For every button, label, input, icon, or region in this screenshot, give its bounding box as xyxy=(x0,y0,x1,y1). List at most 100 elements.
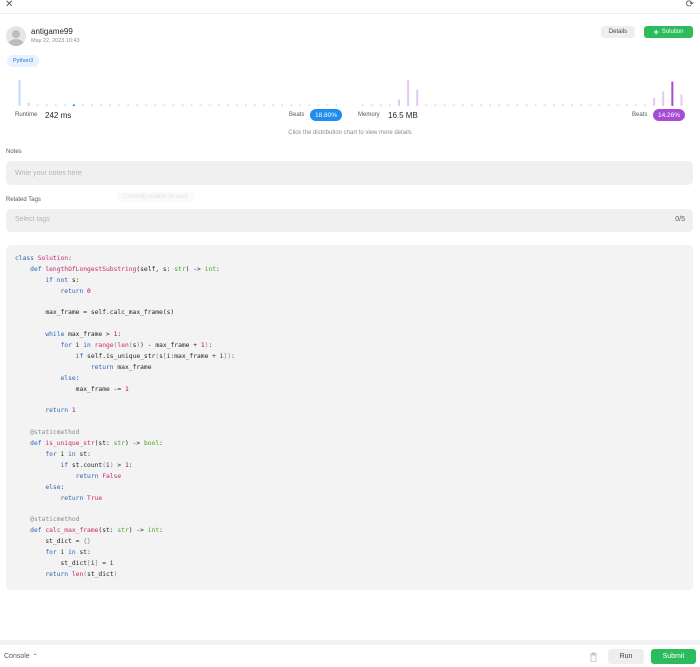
refresh-icon[interactable]: ⟳ xyxy=(686,0,694,10)
console-toggle[interactable]: Console ⌃ xyxy=(4,653,38,660)
memory-bar[interactable] xyxy=(589,104,592,106)
bottom-divider xyxy=(0,640,700,645)
memory-bar[interactable] xyxy=(598,104,601,106)
submit-button[interactable]: Submit xyxy=(651,649,696,664)
runtime-bar[interactable] xyxy=(272,104,275,106)
memory-bar[interactable] xyxy=(443,104,446,106)
memory-bar[interactable] xyxy=(552,104,555,106)
runtime-bar[interactable] xyxy=(45,104,48,106)
memory-bar[interactable] xyxy=(525,104,528,106)
language-tag[interactable]: Python3 xyxy=(7,55,40,67)
runtime-bar[interactable] xyxy=(190,104,193,106)
runtime-bar[interactable] xyxy=(63,104,66,106)
runtime-bar[interactable] xyxy=(281,104,284,106)
memory-bar[interactable] xyxy=(571,104,574,106)
code-line: for i in st: xyxy=(45,451,91,459)
runtime-bar[interactable] xyxy=(27,102,30,106)
tags-select[interactable]: Select tags 0/5 xyxy=(6,209,693,232)
memory-bar[interactable] xyxy=(662,91,665,106)
runtime-bar[interactable] xyxy=(308,104,311,106)
runtime-bar[interactable] xyxy=(235,104,238,106)
runtime-bar[interactable] xyxy=(154,104,157,106)
runtime-bar[interactable] xyxy=(81,104,84,106)
memory-bar[interactable] xyxy=(616,104,619,106)
memory-beats-badge: 14.26% xyxy=(653,109,686,121)
code-line: @staticmethod xyxy=(30,516,80,524)
memory-distribution-chart[interactable] xyxy=(358,78,686,106)
memory-bar[interactable] xyxy=(634,104,637,106)
memory-bar[interactable] xyxy=(507,104,510,106)
memory-bar[interactable] xyxy=(425,104,428,106)
runtime-bar[interactable] xyxy=(118,104,121,106)
runtime-bar[interactable] xyxy=(263,104,266,106)
memory-bar[interactable] xyxy=(388,104,391,106)
runtime-bar[interactable] xyxy=(100,104,103,106)
code-block[interactable]: class Solution: def lengthOfLongestSubst… xyxy=(6,245,693,590)
runtime-bar[interactable] xyxy=(290,104,293,106)
notes-input[interactable] xyxy=(6,161,693,185)
memory-bar[interactable] xyxy=(562,104,564,106)
code-line: return max_frame xyxy=(90,363,152,371)
code-line: if st.count(i) > 1: xyxy=(60,461,133,469)
runtime-bar[interactable] xyxy=(217,104,220,106)
runtime-bar[interactable] xyxy=(208,104,211,106)
chart-hint: Click the distribution chart to view mor… xyxy=(288,130,412,136)
runtime-bar[interactable] xyxy=(54,104,57,106)
memory-bar[interactable] xyxy=(452,104,455,106)
runtime-bar[interactable] xyxy=(244,104,247,106)
code-line: if not s: xyxy=(45,276,80,284)
code-line: return 0 xyxy=(60,287,91,295)
run-button[interactable]: Run xyxy=(608,649,644,664)
memory-bar[interactable] xyxy=(625,104,628,106)
memory-bar[interactable] xyxy=(653,97,656,106)
username[interactable]: antigame99 xyxy=(31,27,73,36)
avatar[interactable] xyxy=(6,26,26,46)
runtime-bar[interactable] xyxy=(253,104,256,106)
runtime-bar[interactable] xyxy=(299,104,302,106)
solution-button[interactable]: + Solution xyxy=(644,26,693,38)
code-line: return len(st_dict) xyxy=(45,570,118,578)
memory-bar[interactable] xyxy=(416,89,419,106)
runtime-bar[interactable] xyxy=(109,104,112,106)
memory-bar[interactable] xyxy=(361,104,364,106)
runtime-distribution-chart[interactable] xyxy=(15,78,341,106)
memory-bar[interactable] xyxy=(398,99,400,107)
runtime-bar[interactable] xyxy=(145,104,148,106)
memory-bar[interactable] xyxy=(607,104,610,106)
close-icon[interactable]: ✕ xyxy=(5,0,13,10)
memory-bar[interactable] xyxy=(543,104,546,106)
runtime-bar[interactable] xyxy=(199,104,202,106)
details-button[interactable]: Details xyxy=(601,26,635,38)
memory-bar[interactable] xyxy=(407,80,410,106)
runtime-bar[interactable] xyxy=(326,104,329,106)
memory-bar[interactable] xyxy=(434,104,437,106)
memory-bar[interactable] xyxy=(534,104,537,106)
memory-bar[interactable] xyxy=(498,104,501,106)
runtime-bar[interactable] xyxy=(335,104,338,106)
memory-bar[interactable] xyxy=(470,104,473,106)
runtime-bar[interactable] xyxy=(317,104,320,106)
memory-bar[interactable] xyxy=(379,104,382,106)
memory-bar[interactable] xyxy=(644,104,646,106)
trash-icon[interactable] xyxy=(589,652,598,662)
runtime-bar[interactable] xyxy=(36,104,39,106)
memory-bar[interactable] xyxy=(580,104,583,106)
runtime-bar[interactable] xyxy=(72,104,75,106)
runtime-bar[interactable] xyxy=(163,104,166,106)
runtime-bar[interactable] xyxy=(181,104,184,106)
memory-bar[interactable] xyxy=(680,94,683,106)
runtime-value: 242 ms xyxy=(45,111,72,120)
memory-bar[interactable] xyxy=(516,104,519,106)
memory-bar[interactable] xyxy=(461,104,464,106)
runtime-bar[interactable] xyxy=(136,104,139,106)
runtime-bar[interactable] xyxy=(226,104,229,106)
runtime-bar[interactable] xyxy=(127,104,130,106)
memory-bar[interactable] xyxy=(480,104,482,106)
memory-bar[interactable] xyxy=(370,104,373,106)
runtime-bar[interactable] xyxy=(90,104,93,106)
memory-beats-label: Beats xyxy=(632,112,648,118)
runtime-bar[interactable] xyxy=(172,104,175,106)
runtime-bar[interactable] xyxy=(18,80,21,106)
memory-bar[interactable] xyxy=(489,104,492,106)
memory-bar[interactable] xyxy=(671,81,674,106)
